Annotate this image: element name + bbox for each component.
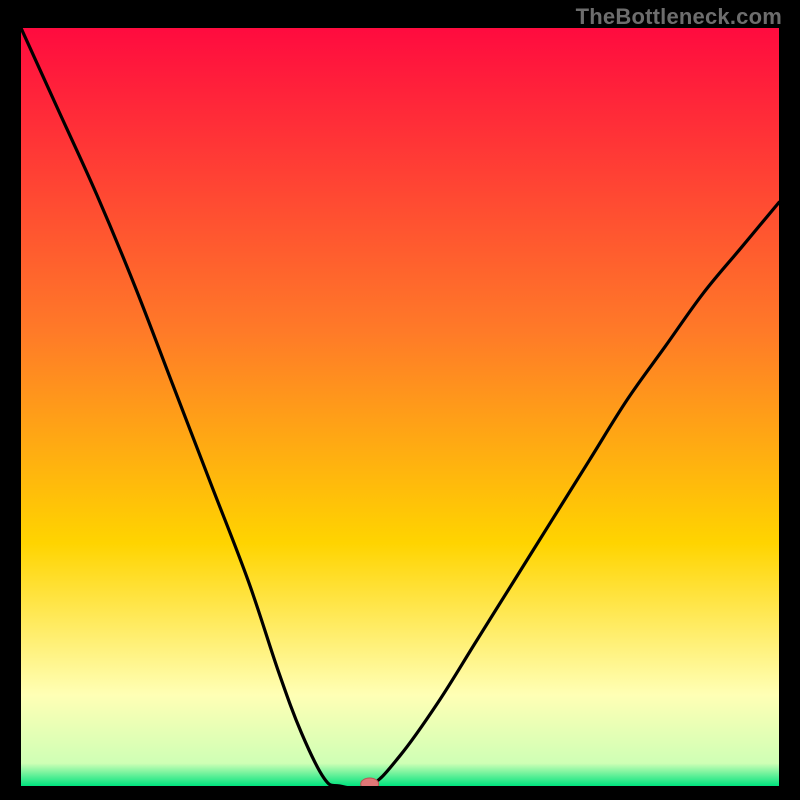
optimum-marker xyxy=(361,778,379,786)
plot-area xyxy=(21,28,779,786)
watermark-text: TheBottleneck.com xyxy=(576,4,782,30)
chart-frame: TheBottleneck.com xyxy=(0,0,800,800)
bottleneck-curve-chart xyxy=(21,28,779,786)
gradient-background xyxy=(21,28,779,786)
